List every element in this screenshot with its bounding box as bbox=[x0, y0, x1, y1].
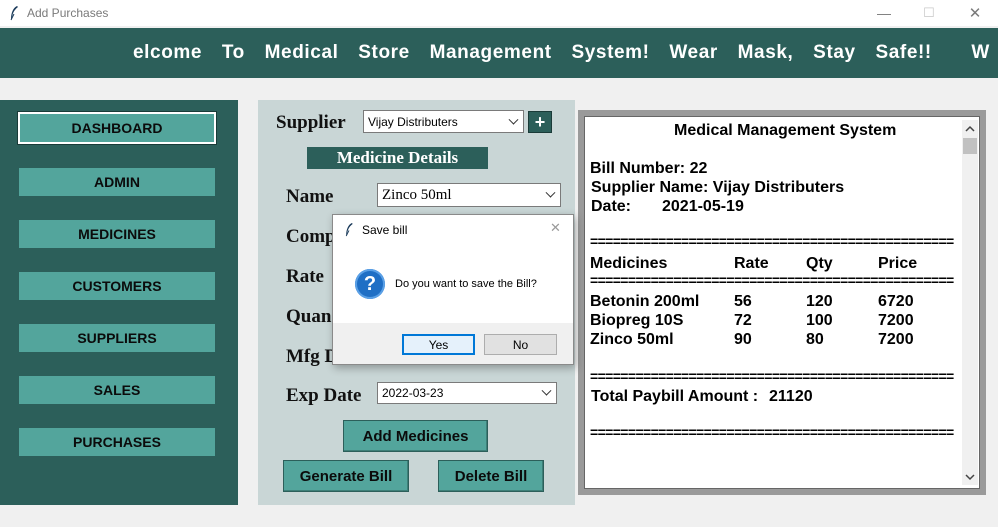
column-header-qty: Qty bbox=[806, 255, 833, 272]
scroll-thumb[interactable] bbox=[963, 138, 977, 154]
scroll-up-icon[interactable] bbox=[964, 124, 976, 134]
question-icon: ? bbox=[355, 269, 385, 299]
name-label: Name bbox=[286, 186, 334, 207]
bill-scrollbar[interactable] bbox=[962, 120, 978, 485]
medicine-details-heading: Medicine Details bbox=[307, 147, 488, 169]
bill-supplier: Supplier Name: Vijay Distributers bbox=[591, 179, 845, 196]
bill-row-rate: 90 bbox=[734, 331, 752, 348]
supplier-select[interactable]: Vijay Distributers bbox=[363, 110, 524, 133]
chevron-down-icon bbox=[545, 187, 556, 198]
medicine-name-select[interactable]: Zinco 50ml bbox=[377, 183, 561, 207]
bill-content: Medical Management System Bill Number: 2… bbox=[590, 120, 962, 485]
bill-row-qty: 100 bbox=[806, 312, 833, 329]
exp-date-select[interactable]: 2022-03-23 bbox=[377, 382, 557, 404]
sidebar-item-purchases[interactable]: PURCHASES bbox=[19, 428, 215, 456]
supplier-label: Supplier bbox=[276, 112, 346, 133]
title-bar bbox=[0, 0, 998, 26]
feather-icon bbox=[345, 222, 353, 237]
bill-row-price: 6720 bbox=[878, 293, 914, 310]
bill-row-medicine: Zinco 50ml bbox=[590, 331, 674, 348]
bill-date-value: 2021-05-19 bbox=[662, 198, 744, 215]
dialog-title: Save bill bbox=[362, 223, 408, 237]
separator: ========================================… bbox=[590, 233, 954, 249]
dialog-close-icon[interactable]: ✕ bbox=[550, 220, 561, 236]
bill-row-price: 7200 bbox=[878, 312, 914, 329]
bill-heading: Medical Management System bbox=[674, 122, 897, 139]
separator: ========================================… bbox=[590, 424, 954, 440]
delete-bill-button[interactable]: Delete Bill bbox=[438, 460, 544, 492]
bill-row-qty: 120 bbox=[806, 293, 833, 310]
close-button[interactable]: ✕ bbox=[952, 0, 998, 26]
bill-date-label: Date: bbox=[591, 198, 632, 215]
column-header-rate: Rate bbox=[734, 255, 769, 272]
sidebar-item-medicines[interactable]: MEDICINES bbox=[19, 220, 215, 248]
no-button[interactable]: No bbox=[484, 334, 557, 355]
banner-text: elcome To Medical Store Management Syste… bbox=[133, 42, 990, 63]
dialog-message: Do you want to save the Bill? bbox=[395, 278, 537, 290]
sidebar-item-sales[interactable]: SALES bbox=[19, 376, 215, 404]
yes-button[interactable]: Yes bbox=[402, 334, 475, 355]
company-label: Comp bbox=[286, 226, 336, 247]
total-value: 21120 bbox=[769, 388, 813, 405]
separator: ========================================… bbox=[590, 368, 954, 384]
maximize-button[interactable]: ☐ bbox=[906, 0, 952, 26]
feather-icon bbox=[10, 6, 18, 21]
bill-number: Bill Number: 22 bbox=[590, 160, 708, 177]
welcome-banner: elcome To Medical Store Management Syste… bbox=[0, 28, 998, 78]
bill-row-rate: 56 bbox=[734, 293, 752, 310]
sidebar-item-suppliers[interactable]: SUPPLIERS bbox=[19, 324, 215, 352]
exp-date-value: 2022-03-23 bbox=[382, 386, 444, 400]
quantity-label: Quan bbox=[286, 306, 332, 327]
total-label: Total Paybill Amount : bbox=[591, 388, 759, 405]
bill-row-price: 7200 bbox=[878, 331, 914, 348]
sidebar-item-customers[interactable]: CUSTOMERS bbox=[19, 272, 215, 300]
medicine-name-value: Zinco 50ml bbox=[382, 186, 452, 203]
exp-date-label: Exp Date bbox=[286, 385, 362, 406]
bill-row-medicine: Biopreg 10S bbox=[590, 312, 684, 329]
rate-label: Rate bbox=[286, 266, 324, 287]
window-title: Add Purchases bbox=[27, 6, 109, 20]
add-medicines-button[interactable]: Add Medicines bbox=[343, 420, 488, 452]
sidebar-item-dashboard[interactable]: DASHBOARD bbox=[17, 111, 217, 145]
scroll-down-icon[interactable] bbox=[964, 472, 976, 482]
chevron-down-icon bbox=[508, 114, 519, 125]
bill-row-qty: 80 bbox=[806, 331, 824, 348]
bill-row-rate: 72 bbox=[734, 312, 752, 329]
chevron-down-icon bbox=[541, 385, 552, 396]
supplier-select-value: Vijay Distributers bbox=[368, 114, 458, 129]
separator: ========================================… bbox=[590, 272, 954, 288]
add-supplier-button[interactable]: + bbox=[528, 111, 552, 133]
bill-row-medicine: Betonin 200ml bbox=[590, 293, 700, 310]
generate-bill-button[interactable]: Generate Bill bbox=[283, 460, 409, 492]
mfg-date-label: Mfg D bbox=[286, 346, 339, 367]
column-header-medicines: Medicines bbox=[590, 255, 668, 272]
sidebar-item-admin[interactable]: ADMIN bbox=[19, 168, 215, 196]
column-header-price: Price bbox=[878, 255, 918, 272]
minimize-button[interactable]: — bbox=[861, 0, 907, 26]
